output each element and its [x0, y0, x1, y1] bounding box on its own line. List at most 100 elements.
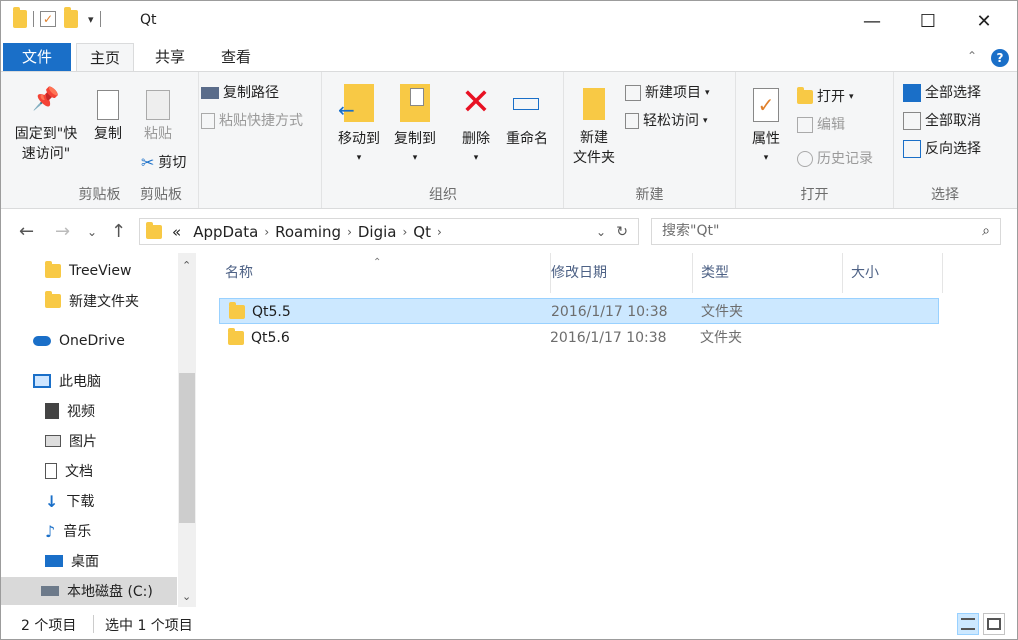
tab-share[interactable]: 共享 — [141, 43, 199, 71]
invert-selection-button[interactable]: 反向选择 — [903, 138, 981, 160]
nav-item-label: 此电脑 — [59, 374, 101, 390]
large-icons-view-button[interactable] — [983, 613, 1005, 635]
maximize-icon: ☐ — [919, 10, 937, 32]
search-icon[interactable]: ⌕ — [982, 219, 990, 244]
navigation-pane: TreeView 新建文件夹 OneDrive 此电脑 视频 图片 文档 ↓ 下 — [1, 253, 197, 607]
new-item-button[interactable]: 新建项目 ▾ — [625, 82, 710, 104]
nav-item-label: 新建文件夹 — [69, 294, 139, 310]
tab-view[interactable]: 查看 — [207, 43, 265, 71]
rename-button[interactable]: 重命名 — [501, 84, 553, 148]
column-header-label: 大小 — [851, 265, 879, 281]
up-button[interactable]: ↑ — [111, 221, 126, 242]
open-button[interactable]: 打开 ▾ — [797, 86, 854, 108]
breadcrumb-overflow[interactable]: « — [172, 223, 181, 241]
properties-check-icon[interactable]: ✓ — [40, 11, 56, 27]
folder-icon — [45, 261, 61, 278]
recent-locations-button[interactable]: ⌄ — [87, 225, 97, 239]
edit-button[interactable]: 编辑 — [797, 114, 845, 136]
desktop-icon — [45, 555, 63, 567]
move-to-button[interactable]: ← 移动到 ▾ — [331, 84, 387, 164]
column-header-size[interactable]: 大小 — [841, 253, 943, 293]
file-name: Qt5.5 — [252, 304, 291, 320]
search-box[interactable]: 搜索"Qt" ⌕ — [651, 218, 1001, 245]
minimize-button[interactable]: — — [843, 1, 901, 41]
navigation-bar: ← → ⌄ ↑ « AppData › Roaming › Digia › Qt… — [1, 213, 1017, 249]
address-history-icon[interactable]: ⌄ — [596, 225, 606, 239]
breadcrumb-appdata[interactable]: AppData — [193, 223, 258, 241]
nav-scrollbar-thumb[interactable] — [179, 373, 195, 523]
new-folder-button[interactable]: 新建 文件夹 — [569, 84, 619, 168]
nav-item-treeview[interactable]: TreeView — [1, 257, 177, 285]
new-item-icon — [625, 85, 641, 101]
select-none-label: 全部取消 — [925, 113, 981, 129]
copy-icon — [97, 90, 119, 120]
column-header-type[interactable]: 类型 — [691, 253, 843, 293]
copy-to-button[interactable]: 复制到 ▾ — [387, 84, 443, 164]
breadcrumb-qt[interactable]: Qt — [413, 223, 431, 241]
table-row[interactable]: Qt5.6 2016/1/17 10:38 文件夹 — [219, 325, 939, 351]
details-view-button[interactable] — [957, 613, 979, 635]
delete-button[interactable]: ✕ 删除 ▾ — [455, 84, 497, 164]
window-title: Qt — [140, 12, 157, 28]
chevron-down-icon: ⌄ — [87, 225, 98, 239]
nav-item-onedrive[interactable]: OneDrive — [1, 327, 177, 355]
forward-arrow-icon: → — [55, 221, 71, 242]
new-folder-icon[interactable] — [64, 7, 78, 28]
chevron-right-icon[interactable]: › — [437, 225, 442, 239]
nav-item-local-disk[interactable]: 本地磁盘 (C:) — [1, 577, 177, 605]
nav-item-this-pc[interactable]: 此电脑 — [1, 367, 177, 395]
nav-item-videos[interactable]: 视频 — [1, 397, 177, 425]
nav-item-pictures[interactable]: 图片 — [1, 427, 177, 455]
maximize-button[interactable]: ☐ — [899, 1, 957, 41]
nav-item-music[interactable]: ♪ 音乐 — [1, 517, 177, 545]
refresh-icon[interactable]: ↻ — [616, 224, 628, 240]
nav-item-new-folder[interactable]: 新建文件夹 — [1, 287, 177, 315]
easy-access-button[interactable]: 轻松访问 ▾ — [625, 110, 708, 132]
close-button[interactable]: ✕ — [955, 1, 1013, 41]
tab-file[interactable]: 文件 — [3, 43, 71, 71]
paste-icon — [146, 90, 170, 120]
chevron-right-icon[interactable]: › — [347, 225, 352, 239]
column-header-label: 类型 — [701, 265, 729, 281]
copy-path-button[interactable]: 复制路径 — [201, 82, 279, 104]
customize-toolbar-icon[interactable]: ▾ — [88, 13, 94, 26]
edit-icon — [797, 117, 813, 133]
scroll-down-icon[interactable]: ⌄ — [182, 590, 191, 603]
nav-item-downloads[interactable]: ↓ 下载 — [1, 487, 177, 515]
nav-scrollbar[interactable]: ⌃ ⌄ — [178, 253, 196, 607]
column-header-name[interactable]: 名称 ⌃ — [215, 253, 551, 293]
video-icon — [45, 403, 59, 419]
nav-item-documents[interactable]: 文档 — [1, 457, 177, 485]
collapse-ribbon-icon[interactable]: ⌃ — [967, 49, 977, 63]
cut-button[interactable]: ✂ 剪切 — [141, 152, 186, 174]
select-all-button[interactable]: 全部选择 — [903, 82, 981, 104]
copy-button[interactable]: 复制 — [87, 90, 129, 144]
toolbar-separator — [99, 11, 101, 27]
nav-item-label: 文档 — [65, 464, 93, 480]
breadcrumb-digia[interactable]: Digia — [358, 223, 397, 241]
column-header-modified[interactable]: 修改日期 — [541, 253, 693, 293]
scroll-up-icon[interactable]: ⌃ — [182, 259, 191, 272]
organize-group-label: 组织 — [429, 187, 457, 203]
chevron-right-icon[interactable]: › — [264, 225, 269, 239]
help-icon[interactable]: ? — [991, 49, 1009, 67]
paste-button[interactable]: 粘贴 — [137, 90, 179, 144]
history-button[interactable]: 历史记录 — [797, 148, 873, 170]
address-bar[interactable]: « AppData › Roaming › Digia › Qt › ⌄ ↻ — [139, 218, 639, 245]
file-modified: 2016/1/17 10:38 — [550, 330, 667, 346]
paste-shortcut-label: 粘贴快捷方式 — [219, 113, 303, 129]
forward-button[interactable]: → — [55, 221, 70, 242]
table-row[interactable]: Qt5.5 2016/1/17 10:38 文件夹 — [219, 298, 939, 324]
back-button[interactable]: ← — [19, 221, 34, 242]
select-none-button[interactable]: 全部取消 — [903, 110, 981, 132]
nav-item-desktop[interactable]: 桌面 — [1, 547, 177, 575]
properties-button[interactable]: ✓ 属性 ▾ — [745, 84, 787, 164]
file-modified: 2016/1/17 10:38 — [551, 304, 668, 320]
column-header-label: 修改日期 — [551, 265, 607, 281]
pin-quick-access-button[interactable]: 📌 固定到"快 速访问" — [9, 89, 83, 164]
paste-shortcut-button[interactable]: 粘贴快捷方式 — [201, 110, 303, 132]
new-folder-label-line2: 文件夹 — [573, 150, 615, 166]
breadcrumb-roaming[interactable]: Roaming — [275, 223, 341, 241]
tab-home[interactable]: 主页 — [76, 43, 134, 72]
chevron-right-icon[interactable]: › — [402, 225, 407, 239]
